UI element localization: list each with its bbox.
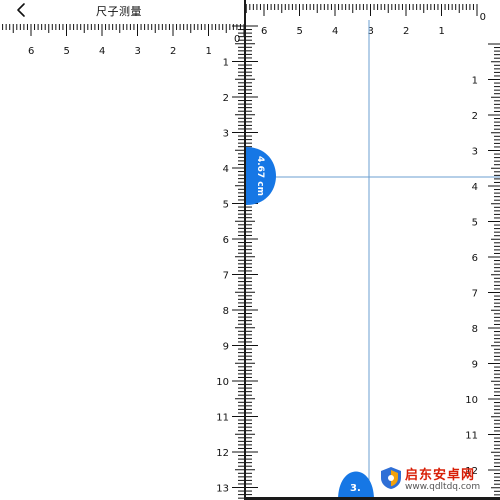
measurement-handle-primary[interactable]: 4.67 cm: [246, 147, 276, 205]
ruler-number: 2: [403, 26, 409, 37]
right-left-ruler-numbers: 12345678910111213: [216, 58, 229, 495]
ruler-number: 3: [368, 26, 374, 37]
ruler-number: 4: [472, 182, 478, 193]
right-right-ruler-numbers: 1234567891011120: [465, 12, 486, 477]
right-left-ruler-ticks: [246, 25, 258, 499]
right-top-ruler-numbers: 6 5 4 3 2 1: [261, 26, 445, 37]
left-top-ruler-ticks: [2, 24, 244, 36]
ruler-number: 11: [216, 413, 229, 424]
ruler-number: 2: [170, 46, 176, 57]
secondary-measurement-label: 3.: [350, 483, 361, 494]
ruler-number: 11: [465, 431, 478, 442]
site-watermark: 启东安卓网 www.qdltdq.com: [379, 462, 497, 498]
ruler-number: 13: [216, 484, 229, 495]
watermark-title: 启东安卓网: [405, 468, 476, 483]
ruler-number: 7: [223, 271, 229, 282]
ruler-number: 1: [439, 26, 445, 37]
ruler-number: 9: [223, 342, 229, 353]
ruler-number: 8: [472, 324, 478, 335]
ruler-number: 5: [223, 200, 229, 211]
ruler-number: 6: [223, 235, 229, 246]
ruler-number: 7: [472, 289, 478, 300]
ruler-number: 3: [472, 147, 478, 158]
ruler-number: 1: [206, 46, 212, 57]
screenshot-root: 尺子测量 654321 1 2 3 4 5 6 7 8 9 10 11 12 13 0 654321 12…: [0, 0, 500, 500]
ruler-number: 6: [472, 253, 478, 264]
ruler-number: 4: [223, 164, 229, 175]
ruler-number: 0: [480, 12, 486, 23]
ruler-number: 5: [297, 26, 303, 37]
ruler-number: 12: [216, 448, 229, 459]
right-top-ruler-ticks: [246, 4, 478, 16]
left-side-ruler-ticks: [232, 25, 244, 499]
left-ruler-screen: 尺子测量 654321 1 2 3 4 5 6 7 8 9 10 11 12 13 0: [0, 0, 244, 500]
ruler-number: 10: [216, 377, 229, 388]
ruler-number: 6: [28, 46, 34, 57]
ruler-number: 2: [223, 93, 229, 104]
right-ruler-canvas: 654321 1234567891011120 4.67 cm 3.: [246, 4, 500, 500]
left-ruler-canvas: 654321 123456789101112130: [2, 24, 244, 499]
left-top-ruler-numbers: 6 5 4 3 2 1: [28, 46, 212, 57]
ruler-number: 1: [223, 58, 229, 69]
right-right-ruler-ticks: [488, 43, 500, 499]
shield-logo-icon: [381, 467, 401, 489]
ruler-number: 1: [472, 76, 478, 87]
ruler-number: 4: [332, 26, 338, 37]
ruler-number: 6: [261, 26, 267, 37]
ruler-number: 4: [99, 46, 105, 57]
measurement-value-label: 4.67 cm: [255, 156, 265, 196]
origin-label: 0: [234, 34, 240, 45]
right-ruler-screen: 654321 1 2 3 4 5 6 7 8 9 10 11 12 0 4.67 cm 3.: [246, 0, 500, 500]
ruler-number: 5: [472, 218, 478, 229]
ruler-number: 9: [472, 360, 478, 371]
ruler-number: 5: [64, 46, 70, 57]
ruler-number: 10: [465, 395, 478, 406]
ruler-number: 8: [223, 306, 229, 317]
ruler-number: 3: [135, 46, 141, 57]
watermark-url: www.qdltdq.com: [405, 482, 481, 492]
ruler-number: 2: [472, 111, 478, 122]
ruler-number: 3: [223, 129, 229, 140]
